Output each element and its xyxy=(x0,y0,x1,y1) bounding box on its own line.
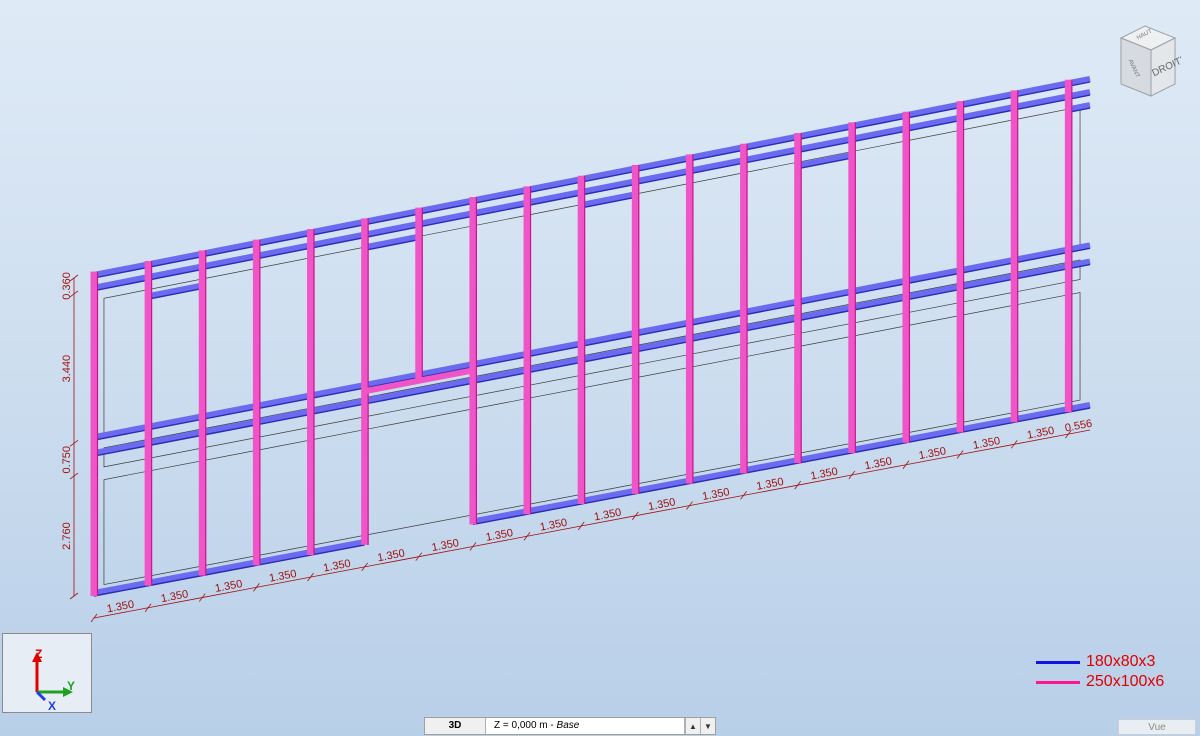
dimension-label: 1.350 xyxy=(918,445,947,462)
legend-label: 250x100x6 xyxy=(1086,673,1165,690)
horizontal-beams xyxy=(93,76,1091,597)
legend-item: 180x80x3 xyxy=(1036,652,1196,672)
legend-item: 250x100x6 xyxy=(1036,672,1196,692)
top-beam xyxy=(93,76,1091,278)
vertical-columns xyxy=(90,79,1073,596)
work-plane-prefix: Z = 0,000 m - xyxy=(494,720,557,731)
dimension-label: 2.760 xyxy=(61,522,73,550)
mid-beam-upper-edge xyxy=(93,247,1091,441)
dimension-label: 1.350 xyxy=(864,455,893,472)
dimension-label: 1.350 xyxy=(972,435,1001,452)
mid-beam-lower xyxy=(93,258,1091,457)
top-beam-edge xyxy=(93,81,1091,279)
z-axis-label: Z xyxy=(35,647,42,661)
dimension-label: 0.360 xyxy=(61,272,73,300)
dimension-label: 1.350 xyxy=(647,496,676,513)
dimension-label: 1.350 xyxy=(106,598,135,615)
dimension-label: 1.350 xyxy=(160,588,189,605)
dimension-label: 1.350 xyxy=(593,507,622,524)
work-plane-name: Base xyxy=(556,720,580,731)
3d-viewport[interactable]: 1.350 1.350 1.350 1.350 1.350 1.350 1.350 1.350… xyxy=(0,0,1200,736)
dimension-label: 1.350 xyxy=(1026,425,1055,442)
dimension-label: 3.440 xyxy=(61,355,73,383)
view-cube[interactable]: HAUT AVANT DROITE xyxy=(1115,22,1190,100)
x-axis-label: X xyxy=(48,699,56,712)
dimension-label: 1.350 xyxy=(539,517,568,534)
lintel-beam xyxy=(364,233,420,251)
mid-beam-upper xyxy=(93,242,1091,441)
dimension-label: 1.350 xyxy=(810,466,839,483)
legend-label: 180x80x3 xyxy=(1086,653,1156,670)
dimension-label: 1.350 xyxy=(485,527,514,544)
top-beam-2-edge xyxy=(93,94,1091,292)
dimension-label: 1.350 xyxy=(755,476,784,493)
dimension-label: 1.350 xyxy=(377,547,406,564)
view-selector-bar: 3D Z = 0,000 m - Base ▲ ▼ xyxy=(424,717,716,735)
y-axis-label: Y xyxy=(67,679,75,693)
bottom-beam-right-edge xyxy=(472,407,1091,526)
dimension-label: 0.556 xyxy=(1064,418,1093,435)
axis-widget: Z Y X xyxy=(2,633,92,713)
legend-swatch xyxy=(1036,660,1080,664)
dimension-label: 1.350 xyxy=(268,568,297,585)
legend-swatch xyxy=(1036,680,1080,684)
section-legend: 180x80x3 250x100x6 xyxy=(1036,652,1196,692)
plane-down-button[interactable]: ▼ xyxy=(700,718,715,734)
top-beam-2 xyxy=(93,89,1091,291)
view-mode-button[interactable]: 3D xyxy=(425,718,486,734)
plane-up-button[interactable]: ▲ xyxy=(685,718,700,734)
dimension-label: 1.350 xyxy=(214,578,243,595)
bottom-beam-right xyxy=(472,402,1091,525)
work-plane-field[interactable]: Z = 0,000 m - Base xyxy=(486,718,685,734)
mid-beam-lower-edge xyxy=(93,263,1091,457)
view-label: Vue xyxy=(1118,719,1196,735)
lintel-beam xyxy=(580,191,636,208)
dimension-label: 1.350 xyxy=(701,486,730,503)
dimension-label: 1.350 xyxy=(431,537,460,554)
dimension-label: 0.750 xyxy=(61,446,73,474)
dimension-label: 1.350 xyxy=(322,558,351,575)
